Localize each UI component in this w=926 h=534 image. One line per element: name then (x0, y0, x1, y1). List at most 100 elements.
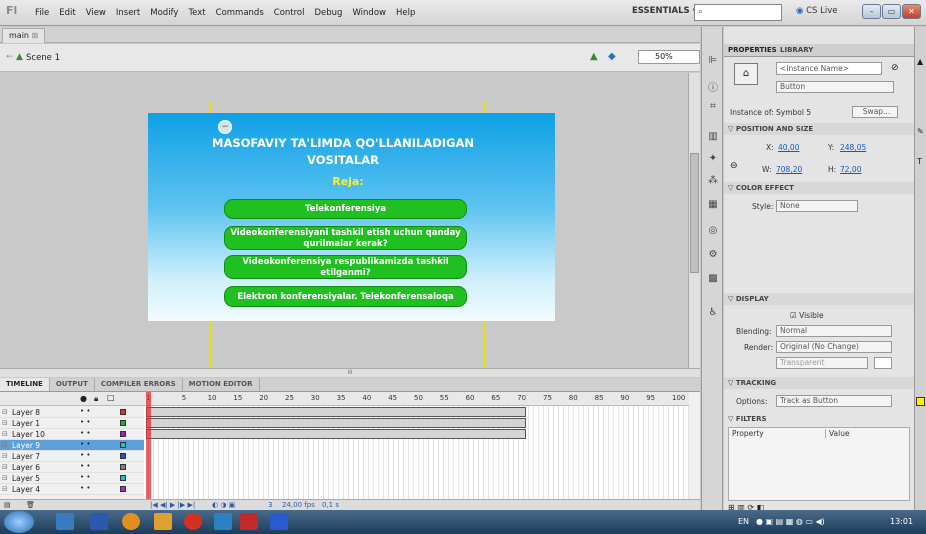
align-icon[interactable]: ⊫ (706, 55, 720, 67)
visible-checkbox[interactable]: ☑ Visible (790, 311, 824, 320)
layer-name[interactable]: Layer 7 (12, 452, 40, 461)
tab-main[interactable]: main ⊠ (2, 28, 46, 43)
display-header[interactable]: ▽ DISPLAY (728, 295, 769, 303)
frame-span-layer10[interactable] (146, 429, 526, 439)
render-select[interactable]: Original (No Change) (776, 341, 892, 353)
menu-file[interactable]: File (30, 8, 54, 18)
background-color-swatch[interactable] (874, 357, 892, 369)
background-select[interactable]: Transparent (776, 357, 868, 369)
menu-window[interactable]: Window (347, 8, 391, 18)
y-value[interactable]: 248,05 (840, 143, 866, 152)
motion-presets-icon[interactable]: ✦ (706, 153, 720, 165)
stage-area[interactable]: − MASOFAVIY TA'LIMDA QO'LLANILADIGAN VOS… (0, 73, 700, 368)
layer-color-swatch[interactable] (120, 486, 126, 492)
menu-debug[interactable]: Debug (310, 8, 348, 18)
menu-help[interactable]: Help (391, 8, 420, 18)
swatches-icon[interactable]: ▦ (706, 199, 720, 211)
filters-table[interactable]: Property Value (728, 427, 910, 501)
position-size-header[interactable]: ▽ POSITION AND SIZE (728, 125, 813, 133)
explorer-icon[interactable] (56, 513, 74, 530)
media-icon[interactable] (122, 513, 140, 530)
accessibility-icon[interactable]: ♿︎ (706, 307, 720, 319)
layer-color-swatch[interactable] (120, 442, 126, 448)
workspace-switcher[interactable]: ESSENTIALS ▾ (632, 6, 697, 16)
eye-icon[interactable]: ● (80, 394, 87, 403)
code-snippets-icon[interactable]: ⚙ (706, 249, 720, 261)
layer-color-swatch[interactable] (120, 464, 126, 470)
components-icon[interactable]: ▥ (706, 131, 720, 143)
symbol-type-select[interactable]: Button (776, 81, 894, 93)
layer-visibility-dots[interactable]: • • (80, 407, 90, 415)
menu-modify[interactable]: Modify (145, 8, 183, 18)
slide-button-4[interactable]: Elektron konferensiyalar. Telekonferensa… (224, 286, 467, 307)
layer-visibility-dots[interactable]: • • (80, 462, 90, 470)
minus-circle-icon[interactable]: − (218, 120, 232, 134)
word-doc-icon[interactable] (270, 513, 288, 530)
tab-properties[interactable]: PROPERTIES (728, 46, 777, 54)
layer-row[interactable]: ⊟ Layer 7 • • (0, 451, 144, 462)
trash-icon[interactable]: 🗑︎ (26, 501, 35, 509)
layer-name[interactable]: Layer 1 (12, 419, 40, 428)
tracking-select[interactable]: Track as Button (776, 395, 892, 407)
slide-button-3[interactable]: Videokonferensiya respublikamizda tashki… (224, 255, 467, 279)
x-value[interactable]: 40,00 (778, 143, 799, 152)
playback-controls[interactable]: |◀ ◀| ▶ |▶ ▶| (150, 501, 195, 509)
tray-icons[interactable]: ● ▣ ▤ ▦ ◍ ▭ ◀) (756, 517, 825, 526)
layer-visibility-dots[interactable]: • • (80, 418, 90, 426)
pen-tool-icon[interactable]: ✎ (917, 127, 924, 136)
new-layer-icon[interactable]: ▤ (4, 501, 11, 509)
folder-icon[interactable] (154, 513, 172, 530)
fill-color-swatch[interactable] (916, 397, 925, 406)
onion-skin-icon[interactable]: ◐ ◑ ▣ (212, 501, 235, 509)
menu-view[interactable]: View (81, 8, 111, 18)
layer-name[interactable]: Layer 6 (12, 463, 40, 472)
layer-row[interactable]: ⊟ Layer 10 • • (0, 429, 144, 440)
frame-rate[interactable]: 24,00 fps (282, 501, 315, 509)
selection-tool-icon[interactable]: ▲ (917, 57, 923, 66)
maximize-button[interactable]: ▭ (882, 4, 901, 19)
menu-commands[interactable]: Commands (211, 8, 269, 18)
search-input[interactable]: ⌕ (694, 4, 782, 21)
edit-scene-icon[interactable]: ▲ (590, 51, 598, 62)
layer-color-swatch[interactable] (120, 431, 126, 437)
layer-color-swatch[interactable] (120, 475, 126, 481)
zoom-select[interactable]: 50% (638, 50, 700, 64)
menu-text[interactable]: Text (183, 8, 210, 18)
tab-motion-editor[interactable]: MOTION EDITOR (183, 378, 260, 391)
tracking-header[interactable]: ▽ TRACKING (728, 379, 776, 387)
color-icon[interactable]: ⁂ (706, 175, 720, 187)
cs-live-button[interactable]: ◉ CS Live (796, 6, 838, 16)
layer-visibility-dots[interactable]: • • (80, 484, 90, 492)
layer-row[interactable]: ⊟ Layer 5 • • (0, 473, 144, 484)
menu-insert[interactable]: Insert (111, 8, 145, 18)
tab-library[interactable]: LIBRARY (780, 46, 813, 54)
layer-visibility-dots[interactable]: • • (80, 473, 90, 481)
minimize-button[interactable]: – (862, 4, 881, 19)
eye-dropper-icon[interactable]: ⊘ (891, 63, 899, 73)
layer-color-swatch[interactable] (120, 409, 126, 415)
app-icon[interactable] (214, 513, 232, 530)
compass-icon[interactable]: ◎ (706, 225, 720, 237)
playhead[interactable] (146, 392, 151, 500)
tab-output[interactable]: OUTPUT (50, 378, 95, 391)
lock-icon[interactable]: 🔒︎ (94, 394, 98, 404)
close-button[interactable]: ✕ (902, 4, 921, 19)
tab-close-icon[interactable]: ⊠ (32, 31, 39, 40)
back-arrow-icon[interactable]: ← (6, 52, 14, 62)
layer-row[interactable]: ⊟ Layer 1 • • (0, 418, 144, 429)
browser-icon[interactable] (184, 513, 202, 530)
instance-name-input[interactable]: <Instance Name> (776, 62, 882, 75)
style-select[interactable]: None (776, 200, 858, 212)
language-indicator[interactable]: EN (738, 517, 749, 526)
stage-horizontal-scrollbar[interactable]: III (0, 368, 700, 377)
menu-edit[interactable]: Edit (54, 8, 80, 18)
slide-button-1[interactable]: Telekonferensiya (224, 199, 467, 219)
layer-visibility-dots[interactable]: • • (80, 451, 90, 459)
layer-visibility-dots[interactable]: • • (80, 440, 90, 448)
word-icon[interactable] (90, 513, 108, 530)
frame-span-layer8[interactable] (146, 407, 526, 417)
slide-button-2[interactable]: Videokonferensiyani tashkil etish uchun … (224, 226, 467, 250)
color-effect-header[interactable]: ▽ COLOR EFFECT (728, 184, 794, 192)
layer-color-swatch[interactable] (120, 453, 126, 459)
frame-ruler[interactable]: 1510152025303540455055606570758085909510… (144, 392, 689, 406)
